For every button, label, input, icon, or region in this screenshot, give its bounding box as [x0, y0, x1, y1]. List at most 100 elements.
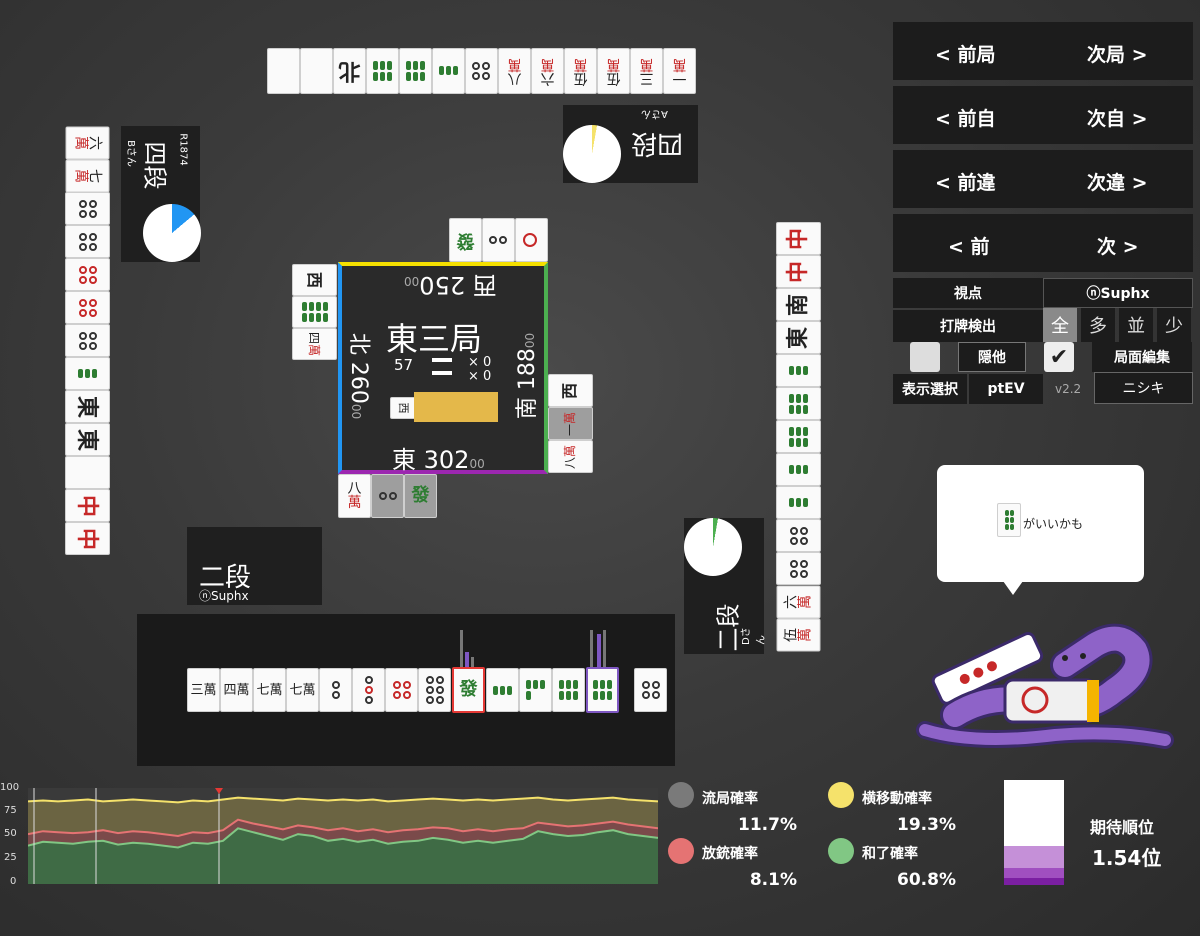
tile-bamboo	[399, 48, 432, 94]
meld-tile-hatsu: 發	[449, 218, 482, 262]
hand-tile-6s[interactable]	[552, 668, 585, 712]
tile-man: 六萬	[65, 126, 110, 160]
houju-dot	[668, 838, 694, 864]
diff-nav: < 前違 次違 >	[893, 150, 1193, 208]
agari-value: 60.8%	[897, 870, 956, 890]
eval-bar	[603, 630, 606, 667]
tile-man: 六萬	[531, 48, 564, 94]
next-self-button[interactable]: 次自 >	[1087, 104, 1148, 131]
stick-icon	[432, 358, 452, 362]
self-nav: < 前自 次自 >	[893, 86, 1193, 144]
hand-tile[interactable]: 三萬	[187, 668, 220, 712]
tile-man: 一萬	[663, 48, 696, 94]
speech-tail	[1003, 581, 1023, 595]
y-tick: 100	[0, 782, 20, 793]
hand-tile-8p[interactable]	[418, 668, 451, 712]
prev-round-button[interactable]: < 前局	[935, 40, 996, 67]
top-player-name: Aさん	[641, 108, 668, 119]
center-board: 東三局 57 × 0 × 0 西 東 30200 西 25000 南 18800…	[338, 262, 548, 474]
east-score-value: 東 302	[392, 446, 470, 474]
ryukyoku-dot	[668, 782, 694, 808]
hide-others-label: 隠他	[958, 342, 1026, 372]
yoko-dot	[828, 782, 854, 808]
meld-tile-man: 四萬	[292, 328, 337, 360]
east-score: 東 30200	[392, 440, 485, 475]
meld-tile-bamboo	[292, 296, 337, 328]
meld-tile-man: 八萬	[548, 440, 593, 473]
hand-tile-3s[interactable]	[486, 668, 519, 712]
round-nav: < 前局 次局 >	[893, 22, 1193, 80]
hand-tile[interactable]: 七萬	[253, 668, 286, 712]
tile-red-dragon: 中	[776, 255, 821, 288]
right-player-panel: 二段 Dさん	[684, 518, 767, 654]
prev-diff-button[interactable]: < 前違	[935, 168, 996, 195]
tile-circles	[776, 552, 821, 585]
mode-select[interactable]: ニシキ	[1094, 372, 1193, 404]
tile-white	[65, 456, 110, 489]
tile-man: 伍萬	[776, 618, 821, 652]
hand-tile-label: 七萬	[256, 682, 283, 698]
hand-tile-3p[interactable]	[352, 668, 385, 712]
score-suffix: 00	[349, 403, 364, 420]
hand-tile-4s[interactable]	[519, 668, 552, 712]
left-player-pie	[143, 204, 201, 262]
hide-others-checkbox[interactable]	[910, 342, 940, 372]
probability-graph[interactable]	[28, 788, 658, 884]
hand-tile-2p[interactable]	[319, 668, 352, 712]
graph-y-ticks: 100 75 50 25 0	[0, 782, 20, 892]
next-round-button[interactable]: 次局 >	[1087, 40, 1148, 67]
detect-option-few[interactable]: 少	[1157, 308, 1191, 342]
tile-man: 伍萬	[564, 48, 597, 94]
meld-tile-circles	[482, 218, 515, 262]
tile-bamboo	[776, 453, 821, 486]
y-tick: 50	[4, 828, 17, 839]
hand-tile-hatsu[interactable]: 發	[452, 667, 485, 713]
left-discards: 六萬 七萬 東 東 中 中	[65, 126, 110, 556]
tile-bamboo	[776, 420, 821, 453]
hand-tile-4p-drawn[interactable]	[634, 668, 667, 712]
next-button[interactable]: 次 >	[1097, 232, 1139, 259]
hand-tile-5p[interactable]	[385, 668, 418, 712]
agari-label: 和了確率	[862, 846, 918, 862]
tile-north: 北	[333, 48, 366, 94]
hand-tile-label: 四萬	[223, 682, 250, 698]
mascot-snake-icon	[916, 623, 1174, 749]
prev-button[interactable]: < 前	[948, 232, 990, 259]
view-label: 視点	[893, 278, 1043, 308]
view-select[interactable]: ⓝSuphx	[1043, 278, 1193, 308]
west-score: 西 25000	[404, 270, 497, 305]
score-suffix: 00	[469, 457, 485, 471]
houju-value: 8.1%	[749, 870, 797, 890]
north-score-value: 北 260	[346, 332, 372, 404]
detect-option-normal[interactable]: 並	[1119, 308, 1153, 342]
detect-option-all[interactable]: 全	[1043, 308, 1077, 342]
tile-bamboo	[776, 387, 821, 420]
tile-circles	[776, 519, 821, 552]
tile-man: 六萬	[776, 585, 821, 619]
tile-man: 三萬	[630, 48, 663, 94]
self-player-panel: 二段 ⓝSuphx	[187, 527, 322, 605]
meld-tile-man: 一萬	[548, 407, 593, 440]
tile-blank	[300, 48, 333, 94]
yoko-label: 横移動確率	[862, 791, 932, 807]
eval-bar	[590, 630, 593, 667]
board-edit-label: 局面編集	[1092, 342, 1192, 372]
expected-rank-bar	[1004, 780, 1064, 885]
tile-circles	[465, 48, 498, 94]
display-select[interactable]: ptEV	[969, 374, 1043, 404]
board-edit-checkbox[interactable]: ✔	[1044, 342, 1074, 372]
hand-tile[interactable]: 七萬	[286, 668, 319, 712]
left-player-rating: R1874	[177, 133, 189, 166]
display-label: 表示選択	[893, 374, 967, 404]
prev-self-button[interactable]: < 前自	[935, 104, 996, 131]
tile-red-dragon: 中	[65, 522, 110, 555]
tile-east: 東	[65, 423, 110, 456]
hand-tile-7s[interactable]	[586, 667, 619, 713]
dead-wall	[414, 392, 498, 422]
hand-tile[interactable]: 四萬	[220, 668, 253, 712]
next-diff-button[interactable]: 次違 >	[1087, 168, 1148, 195]
ryukyoku-value: 11.7%	[738, 815, 797, 835]
tile-man: 伍萬	[597, 48, 630, 94]
tile-circles	[65, 291, 110, 324]
detect-option-many[interactable]: 多	[1081, 308, 1115, 342]
